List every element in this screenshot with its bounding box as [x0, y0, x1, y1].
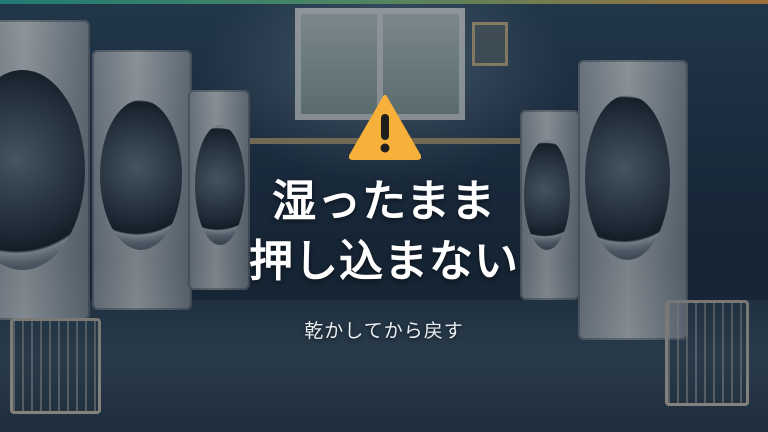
main-title: 湿ったまま 押し込まない: [0, 172, 768, 292]
title-line-2: 押し込まない: [249, 236, 519, 287]
warning-triangle-icon: [349, 95, 421, 160]
subtitle: 乾かしてから戻す: [304, 320, 464, 342]
title-line-1: 湿ったまま: [272, 176, 496, 227]
slide: 湿ったまま 押し込まない 乾かしてから戻す: [0, 0, 768, 432]
